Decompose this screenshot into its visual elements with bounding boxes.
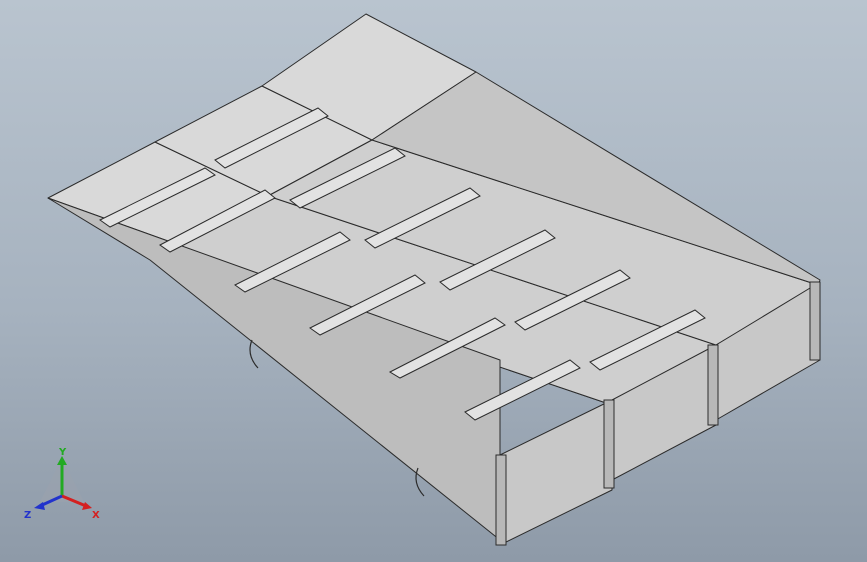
axis-triad: Y X Z [24, 448, 100, 521]
post-4 [809, 281, 821, 361]
x-axis-label: X [92, 510, 100, 521]
post-1 [495, 454, 507, 546]
z-axis-label: Z [24, 510, 31, 521]
y-axis-label: Y [58, 448, 67, 458]
rear-end-face-left [499, 399, 613, 546]
post-2 [603, 399, 615, 489]
post-3 [707, 344, 719, 426]
ramp-frame-model[interactable] [0, 0, 867, 562]
graphics-viewport[interactable]: Y X Z [0, 0, 867, 562]
x-axis-arrow [82, 502, 92, 510]
